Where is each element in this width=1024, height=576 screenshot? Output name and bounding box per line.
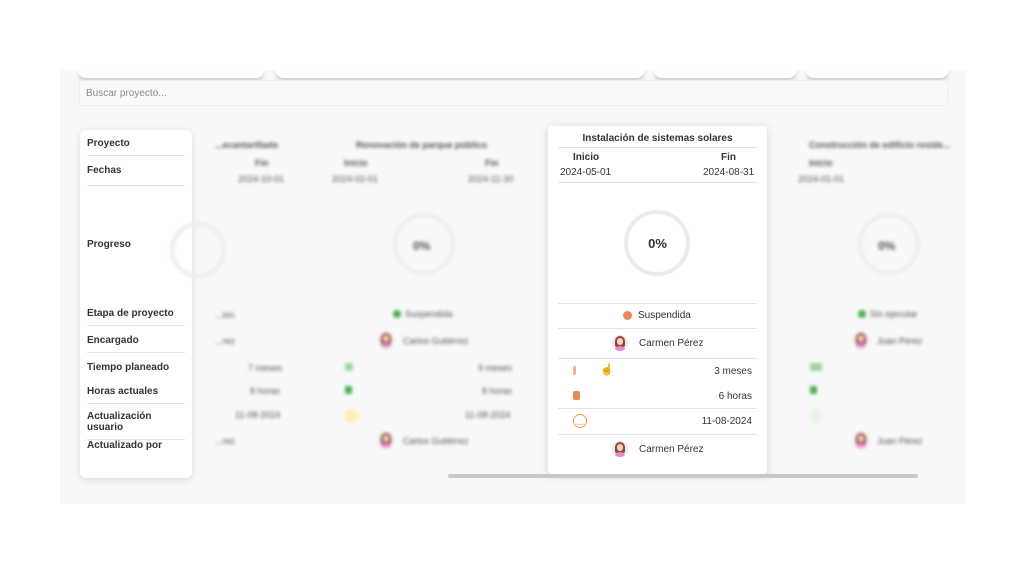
updated-date: 11-08-2024 bbox=[465, 410, 511, 420]
owner: Carlos Gutiérrez bbox=[403, 336, 469, 346]
avatar bbox=[378, 332, 394, 348]
fin-date: 2024-10-01 bbox=[238, 174, 285, 184]
fin-label: Fin bbox=[485, 158, 499, 168]
current-hours: 6 horas bbox=[718, 391, 752, 402]
smiley-icon bbox=[344, 409, 358, 423]
avatar bbox=[612, 441, 628, 457]
avatar bbox=[853, 432, 869, 448]
fin-date: 2024-08-31 bbox=[703, 167, 755, 178]
updated-by: Carmen Pérez bbox=[639, 444, 704, 455]
fin-label: Fin bbox=[721, 152, 736, 163]
label-horas-actuales: Horas actuales bbox=[87, 386, 185, 404]
inicio-label: Inicio bbox=[344, 158, 368, 168]
stage: ...ión bbox=[215, 310, 235, 320]
updated-by: Carlos Gutiérrez bbox=[403, 436, 469, 446]
square-icon bbox=[810, 386, 817, 394]
updated-date: 11-08-2024 bbox=[701, 416, 752, 427]
status-dot-icon bbox=[623, 311, 632, 320]
square-icon bbox=[345, 386, 352, 394]
inicio-date: 2024-02-01 bbox=[332, 174, 379, 184]
project-name: Construcción de edificio reside... bbox=[809, 140, 950, 150]
project-column[interactable]: ...ecantarillado Fin 2024-10-01 ...ión .… bbox=[170, 130, 330, 470]
progress-value: 0% bbox=[413, 239, 431, 253]
stage: Suspendida bbox=[638, 310, 691, 321]
current-hours: 8 horas bbox=[250, 386, 281, 396]
progress-value: 0% bbox=[878, 239, 896, 253]
status-dot-icon bbox=[393, 310, 401, 318]
progress-ring bbox=[170, 222, 226, 278]
planned-time: 9 meses bbox=[478, 363, 513, 373]
owner: Juan Pérez bbox=[877, 336, 923, 346]
label-tiempo-planeado: Tiempo planeado bbox=[87, 362, 170, 373]
summary-card bbox=[654, 70, 796, 78]
inicio-label: Inicio bbox=[573, 152, 600, 163]
project-name: Instalación de sistemas solares bbox=[582, 133, 733, 144]
stage: Suspendida bbox=[405, 309, 453, 319]
bar-icon bbox=[345, 363, 353, 371]
owner: Carmen Pérez bbox=[639, 338, 704, 349]
smiley-icon: ‿ bbox=[573, 414, 587, 428]
planned-time: 7 meses bbox=[248, 363, 283, 373]
status-dot-icon bbox=[858, 310, 866, 318]
avatar bbox=[853, 332, 869, 348]
avatar bbox=[378, 432, 394, 448]
current-hours: 8 horas bbox=[482, 386, 513, 396]
avatar bbox=[612, 335, 628, 351]
inicio-date: 2024-05-01 bbox=[560, 167, 612, 178]
progress-value: 0% bbox=[648, 236, 667, 251]
label-etapa: Etapa de proyecto bbox=[87, 308, 185, 326]
search-input[interactable]: Buscar proyecto... bbox=[79, 80, 948, 106]
updated-date: 11-08-2024 bbox=[235, 410, 281, 420]
hand-pointer-icon: ☝ bbox=[600, 364, 614, 376]
summary-card bbox=[78, 70, 264, 78]
inicio-label: Inicio bbox=[809, 158, 833, 168]
row-labels: Proyecto Fechas Progreso Etapa de proyec… bbox=[80, 130, 192, 478]
project-column[interactable]: Renovación de parque público Inicio Fin … bbox=[330, 130, 530, 470]
label-actualizado-por: Actualizado por bbox=[87, 440, 163, 451]
inicio-date: 2024-01-01 bbox=[798, 174, 845, 184]
summary-card bbox=[276, 70, 644, 78]
updated-by: ...rez bbox=[215, 436, 236, 446]
summary-card bbox=[806, 70, 948, 78]
project-name: Renovación de parque público bbox=[356, 140, 488, 150]
bar-icon bbox=[810, 363, 822, 371]
projects-board: Buscar proyecto... Proyecto Fechas Progr… bbox=[60, 70, 966, 504]
fin-date: 2024-11-30 bbox=[468, 174, 514, 184]
label-proyecto: Proyecto bbox=[87, 138, 185, 156]
bar-icon bbox=[573, 366, 576, 375]
project-column[interactable]: Construcción de edificio reside... Inici… bbox=[795, 130, 950, 470]
planned-time: 3 meses bbox=[714, 366, 752, 377]
owner: ...rez bbox=[215, 336, 236, 346]
stage: Sin ejecutar bbox=[870, 309, 918, 319]
label-fechas: Fechas bbox=[87, 165, 185, 186]
square-icon bbox=[573, 391, 580, 400]
label-actualizacion-usuario: Actualización usuario bbox=[87, 411, 185, 440]
smiley-icon bbox=[809, 409, 823, 423]
horizontal-scrollbar[interactable] bbox=[448, 474, 918, 478]
label-encargado: Encargado bbox=[87, 335, 185, 353]
fin-label: Fin bbox=[255, 158, 269, 168]
project-name: ...ecantarillado bbox=[215, 140, 279, 150]
project-card[interactable]: Instalación de sistemas solares Inicio F… bbox=[548, 126, 767, 474]
updated-by: Juan Pérez bbox=[877, 436, 923, 446]
